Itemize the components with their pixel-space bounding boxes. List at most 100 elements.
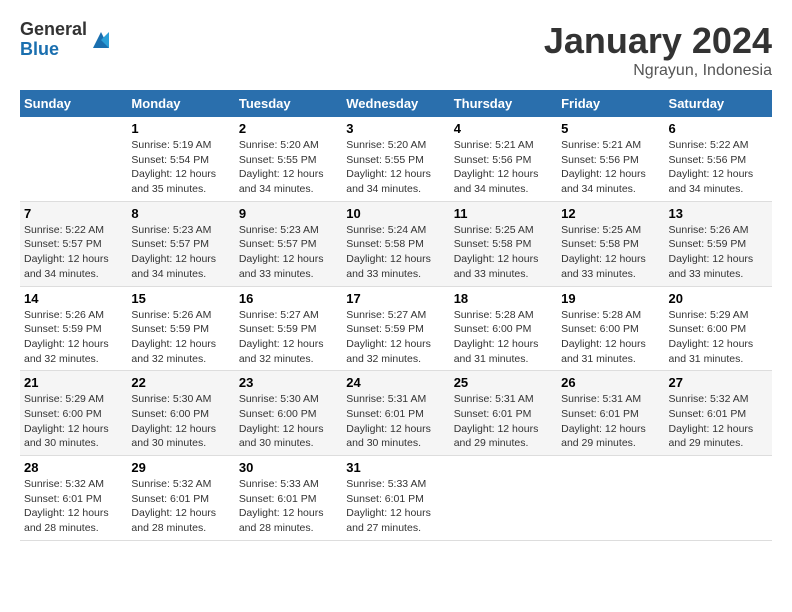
day-info: Sunrise: 5:27 AM Sunset: 5:59 PM Dayligh… bbox=[239, 308, 338, 367]
calendar-cell bbox=[665, 456, 772, 541]
calendar-cell: 15Sunrise: 5:26 AM Sunset: 5:59 PM Dayli… bbox=[127, 286, 234, 371]
day-info: Sunrise: 5:33 AM Sunset: 6:01 PM Dayligh… bbox=[239, 477, 338, 536]
day-number: 11 bbox=[454, 206, 553, 221]
day-info: Sunrise: 5:33 AM Sunset: 6:01 PM Dayligh… bbox=[346, 477, 445, 536]
day-info: Sunrise: 5:26 AM Sunset: 5:59 PM Dayligh… bbox=[669, 223, 768, 282]
day-info: Sunrise: 5:29 AM Sunset: 6:00 PM Dayligh… bbox=[669, 308, 768, 367]
calendar-cell: 10 Sunrise: 5:24 AM Sunset: 5:58 PM Dayli… bbox=[342, 201, 449, 286]
day-number: 14 bbox=[24, 291, 123, 306]
day-info: Sunrise: 5:31 AM Sunset: 6:01 PM Dayligh… bbox=[346, 392, 445, 451]
day-info: Sunrise: 5:32 AM Sunset: 6:01 PM Dayligh… bbox=[24, 477, 123, 536]
calendar-cell: 21 Sunrise: 5:29 AM Sunset: 6:00 PM Dayli… bbox=[20, 371, 127, 456]
calendar-cell: 26Sunrise: 5:31 AM Sunset: 6:01 PM Dayli… bbox=[557, 371, 664, 456]
calendar-cell: 20 Sunrise: 5:29 AM Sunset: 6:00 PM Dayli… bbox=[665, 286, 772, 371]
day-number: 1 bbox=[131, 121, 230, 136]
calendar-cell: 2 Sunrise: 5:20 AM Sunset: 5:55 PM Daylig… bbox=[235, 117, 342, 201]
day-info: Sunrise: 5:26 AM Sunset: 5:59 PM Dayligh… bbox=[24, 308, 123, 367]
day-number: 25 bbox=[454, 375, 553, 390]
title-block: January 2024 Ngrayun, Indonesia bbox=[544, 20, 772, 80]
day-info: Sunrise: 5:22 AM Sunset: 5:57 PM Dayligh… bbox=[24, 223, 123, 282]
calendar-cell: 29 Sunrise: 5:32 AM Sunset: 6:01 PM Dayli… bbox=[127, 456, 234, 541]
day-number: 3 bbox=[346, 121, 445, 136]
day-number: 26 bbox=[561, 375, 660, 390]
day-info: Sunrise: 5:27 AM Sunset: 5:59 PM Dayligh… bbox=[346, 308, 445, 367]
day-number: 29 bbox=[131, 460, 230, 475]
day-number: 16 bbox=[239, 291, 338, 306]
day-number: 31 bbox=[346, 460, 445, 475]
calendar-cell: 25Sunrise: 5:31 AM Sunset: 6:01 PM Dayli… bbox=[450, 371, 557, 456]
calendar-cell: 22 Sunrise: 5:30 AM Sunset: 6:00 PM Dayli… bbox=[127, 371, 234, 456]
day-info: Sunrise: 5:32 AM Sunset: 6:01 PM Dayligh… bbox=[131, 477, 230, 536]
calendar-cell: 8Sunrise: 5:23 AM Sunset: 5:57 PM Daylig… bbox=[127, 201, 234, 286]
day-number: 20 bbox=[669, 291, 768, 306]
day-info: Sunrise: 5:24 AM Sunset: 5:58 PM Dayligh… bbox=[346, 223, 445, 282]
day-number: 13 bbox=[669, 206, 768, 221]
page-header: General Blue January 2024 Ngrayun, Indon… bbox=[20, 20, 772, 80]
day-info: Sunrise: 5:22 AM Sunset: 5:56 PM Dayligh… bbox=[669, 138, 768, 197]
day-number: 28 bbox=[24, 460, 123, 475]
day-number: 4 bbox=[454, 121, 553, 136]
day-info: Sunrise: 5:20 AM Sunset: 5:55 PM Dayligh… bbox=[239, 138, 338, 197]
month-title: January 2024 bbox=[544, 20, 772, 62]
week-row-4: 21 Sunrise: 5:29 AM Sunset: 6:00 PM Dayli… bbox=[20, 371, 772, 456]
day-info: Sunrise: 5:20 AM Sunset: 5:55 PM Dayligh… bbox=[346, 138, 445, 197]
calendar-cell: 9Sunrise: 5:23 AM Sunset: 5:57 PM Daylig… bbox=[235, 201, 342, 286]
header-row: SundayMondayTuesdayWednesdayThursdayFrid… bbox=[20, 90, 772, 117]
day-number: 6 bbox=[669, 121, 768, 136]
calendar-cell: 7 Sunrise: 5:22 AM Sunset: 5:57 PM Daylig… bbox=[20, 201, 127, 286]
day-number: 2 bbox=[239, 121, 338, 136]
calendar-cell: 17Sunrise: 5:27 AM Sunset: 5:59 PM Dayli… bbox=[342, 286, 449, 371]
day-number: 7 bbox=[24, 206, 123, 221]
calendar-cell: 16 Sunrise: 5:27 AM Sunset: 5:59 PM Dayli… bbox=[235, 286, 342, 371]
location: Ngrayun, Indonesia bbox=[544, 62, 772, 80]
day-number: 24 bbox=[346, 375, 445, 390]
day-info: Sunrise: 5:25 AM Sunset: 5:58 PM Dayligh… bbox=[454, 223, 553, 282]
day-info: Sunrise: 5:30 AM Sunset: 6:00 PM Dayligh… bbox=[131, 392, 230, 451]
day-number: 5 bbox=[561, 121, 660, 136]
calendar-cell: 30Sunrise: 5:33 AM Sunset: 6:01 PM Dayli… bbox=[235, 456, 342, 541]
column-header-friday: Friday bbox=[557, 90, 664, 117]
calendar-cell: 12Sunrise: 5:25 AM Sunset: 5:58 PM Dayli… bbox=[557, 201, 664, 286]
day-info: Sunrise: 5:21 AM Sunset: 5:56 PM Dayligh… bbox=[454, 138, 553, 197]
column-header-thursday: Thursday bbox=[450, 90, 557, 117]
column-header-monday: Monday bbox=[127, 90, 234, 117]
logo-icon bbox=[89, 28, 113, 52]
calendar-cell: 23Sunrise: 5:30 AM Sunset: 6:00 PM Dayli… bbox=[235, 371, 342, 456]
calendar-cell: 14 Sunrise: 5:26 AM Sunset: 5:59 PM Dayli… bbox=[20, 286, 127, 371]
calendar-cell: 28 Sunrise: 5:32 AM Sunset: 6:01 PM Dayli… bbox=[20, 456, 127, 541]
calendar-cell: 31 Sunrise: 5:33 AM Sunset: 6:01 PM Dayli… bbox=[342, 456, 449, 541]
calendar-cell: 27 Sunrise: 5:32 AM Sunset: 6:01 PM Dayli… bbox=[665, 371, 772, 456]
day-number: 22 bbox=[131, 375, 230, 390]
day-info: Sunrise: 5:29 AM Sunset: 6:00 PM Dayligh… bbox=[24, 392, 123, 451]
calendar-cell: 18 Sunrise: 5:28 AM Sunset: 6:00 PM Dayli… bbox=[450, 286, 557, 371]
day-number: 27 bbox=[669, 375, 768, 390]
calendar-cell: 5 Sunrise: 5:21 AM Sunset: 5:56 PM Daylig… bbox=[557, 117, 664, 201]
calendar-cell: 13 Sunrise: 5:26 AM Sunset: 5:59 PM Dayli… bbox=[665, 201, 772, 286]
calendar-cell: 19Sunrise: 5:28 AM Sunset: 6:00 PM Dayli… bbox=[557, 286, 664, 371]
calendar-cell bbox=[450, 456, 557, 541]
day-info: Sunrise: 5:28 AM Sunset: 6:00 PM Dayligh… bbox=[454, 308, 553, 367]
day-info: Sunrise: 5:28 AM Sunset: 6:00 PM Dayligh… bbox=[561, 308, 660, 367]
day-number: 18 bbox=[454, 291, 553, 306]
logo-general-text: General bbox=[20, 20, 87, 40]
logo-blue-text: Blue bbox=[20, 40, 87, 60]
calendar-cell: 6 Sunrise: 5:22 AM Sunset: 5:56 PM Daylig… bbox=[665, 117, 772, 201]
day-info: Sunrise: 5:23 AM Sunset: 5:57 PM Dayligh… bbox=[131, 223, 230, 282]
calendar-cell: 1 Sunrise: 5:19 AM Sunset: 5:54 PM Daylig… bbox=[127, 117, 234, 201]
column-header-saturday: Saturday bbox=[665, 90, 772, 117]
day-number: 10 bbox=[346, 206, 445, 221]
day-info: Sunrise: 5:19 AM Sunset: 5:54 PM Dayligh… bbox=[131, 138, 230, 197]
calendar-cell: 11 Sunrise: 5:25 AM Sunset: 5:58 PM Dayli… bbox=[450, 201, 557, 286]
calendar-cell bbox=[20, 117, 127, 201]
day-number: 21 bbox=[24, 375, 123, 390]
day-info: Sunrise: 5:32 AM Sunset: 6:01 PM Dayligh… bbox=[669, 392, 768, 451]
calendar-cell: 24 Sunrise: 5:31 AM Sunset: 6:01 PM Dayli… bbox=[342, 371, 449, 456]
column-header-wednesday: Wednesday bbox=[342, 90, 449, 117]
day-info: Sunrise: 5:21 AM Sunset: 5:56 PM Dayligh… bbox=[561, 138, 660, 197]
week-row-5: 28 Sunrise: 5:32 AM Sunset: 6:01 PM Dayli… bbox=[20, 456, 772, 541]
calendar-cell: 3 Sunrise: 5:20 AM Sunset: 5:55 PM Daylig… bbox=[342, 117, 449, 201]
day-info: Sunrise: 5:25 AM Sunset: 5:58 PM Dayligh… bbox=[561, 223, 660, 282]
column-header-sunday: Sunday bbox=[20, 90, 127, 117]
day-info: Sunrise: 5:30 AM Sunset: 6:00 PM Dayligh… bbox=[239, 392, 338, 451]
day-number: 15 bbox=[131, 291, 230, 306]
